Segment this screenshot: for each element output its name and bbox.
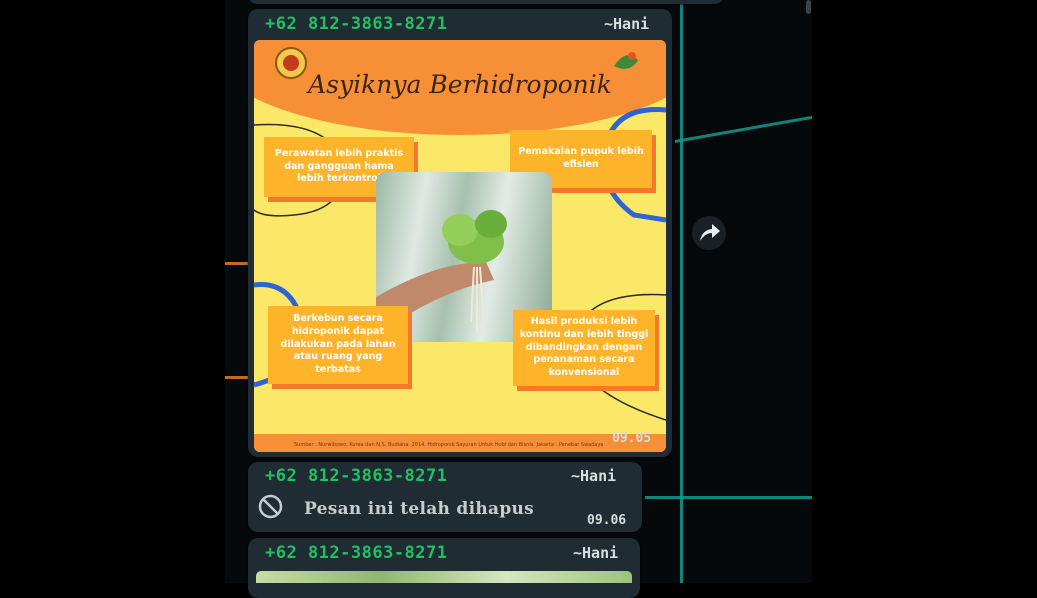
sender-phone[interactable]: +62 812-3863-8271 [265,14,448,34]
sender-name: ~Hani [571,467,617,485]
scrollbar[interactable] [806,0,811,14]
message-time: 09.06 [587,513,627,528]
sender-name: ~Hani [604,15,650,33]
sender-phone[interactable]: +62 812-3863-8271 [265,466,448,486]
hydroponic-poster-image[interactable]: Asyiknya Berhidroponik Perawatan lebih p… [254,40,666,452]
poster-source: Sumber : Nurwibowo, Kurea dan N.S. Budia… [294,442,604,448]
deleted-message-text: Pesan ini telah dihapus [304,499,535,519]
benefit-card-4: Hasil produksi lebih kontinu dan lebih t… [513,310,655,386]
message-time: 09.05 [612,431,652,446]
blocked-icon [258,494,283,519]
sender-phone[interactable]: +62 812-3863-8271 [265,543,448,563]
image-preview[interactable] [256,571,632,583]
previous-message-bubble[interactable] [248,0,724,4]
forward-button[interactable] [692,216,726,250]
benefit-card-3: Berkebun secara hidroponik dapat dilakuk… [268,306,408,384]
sender-name: ~Hani [573,544,619,562]
forward-icon [700,224,720,241]
